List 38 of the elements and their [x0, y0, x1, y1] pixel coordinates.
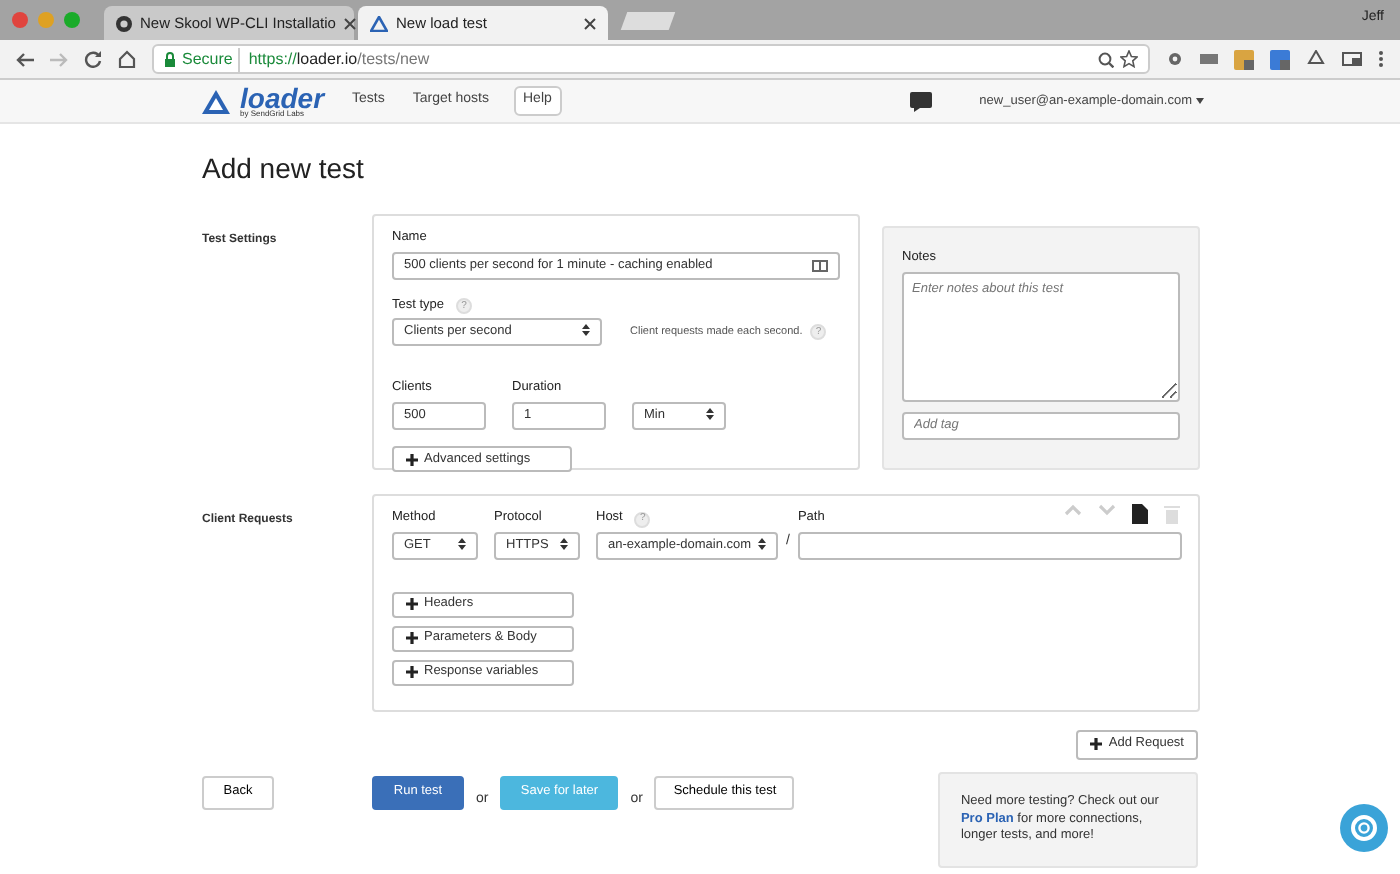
caret-icon — [706, 408, 714, 421]
home-icon[interactable] — [118, 50, 136, 68]
close-icon[interactable] — [584, 17, 596, 29]
extension-icon[interactable] — [1270, 49, 1290, 69]
zoom-icon[interactable] — [1098, 51, 1114, 67]
plus-icon — [1090, 738, 1103, 751]
chat-icon[interactable] — [909, 91, 932, 111]
triangle-icon — [370, 15, 388, 31]
extension-icon[interactable] — [1234, 49, 1254, 69]
path-field[interactable] — [797, 531, 1182, 560]
favicon-icon — [116, 15, 132, 31]
card-icon — [812, 259, 828, 272]
document-icon[interactable] — [1132, 503, 1148, 524]
lock-icon — [164, 51, 176, 67]
close-icon[interactable] — [343, 17, 356, 29]
logo-icon — [200, 87, 232, 115]
caret-icon — [458, 537, 466, 550]
caret-icon — [582, 324, 590, 337]
plus-icon — [406, 598, 418, 611]
caret-icon — [1196, 98, 1204, 104]
support-button[interactable] — [1340, 804, 1388, 852]
secure-label: Secure — [182, 47, 233, 71]
lifebuoy-icon — [1350, 814, 1378, 842]
caret-icon — [758, 537, 766, 550]
reload-icon[interactable] — [84, 50, 102, 68]
plus-icon — [406, 453, 418, 466]
extension-icon[interactable] — [1200, 52, 1218, 66]
plus-icon — [406, 632, 418, 645]
cast-icon[interactable] — [1342, 51, 1362, 67]
gear-icon[interactable] — [1166, 50, 1184, 68]
back-icon[interactable] — [16, 51, 34, 67]
caret-icon — [560, 537, 568, 550]
url-text[interactable]: https://loader.io/tests/new — [238, 47, 430, 71]
star-icon[interactable] — [1120, 50, 1138, 68]
menu-icon[interactable] — [1378, 50, 1384, 68]
plus-icon — [406, 666, 418, 679]
logo-text[interactable]: loader — [240, 84, 325, 112]
page-title: Add new test — [202, 152, 366, 186]
